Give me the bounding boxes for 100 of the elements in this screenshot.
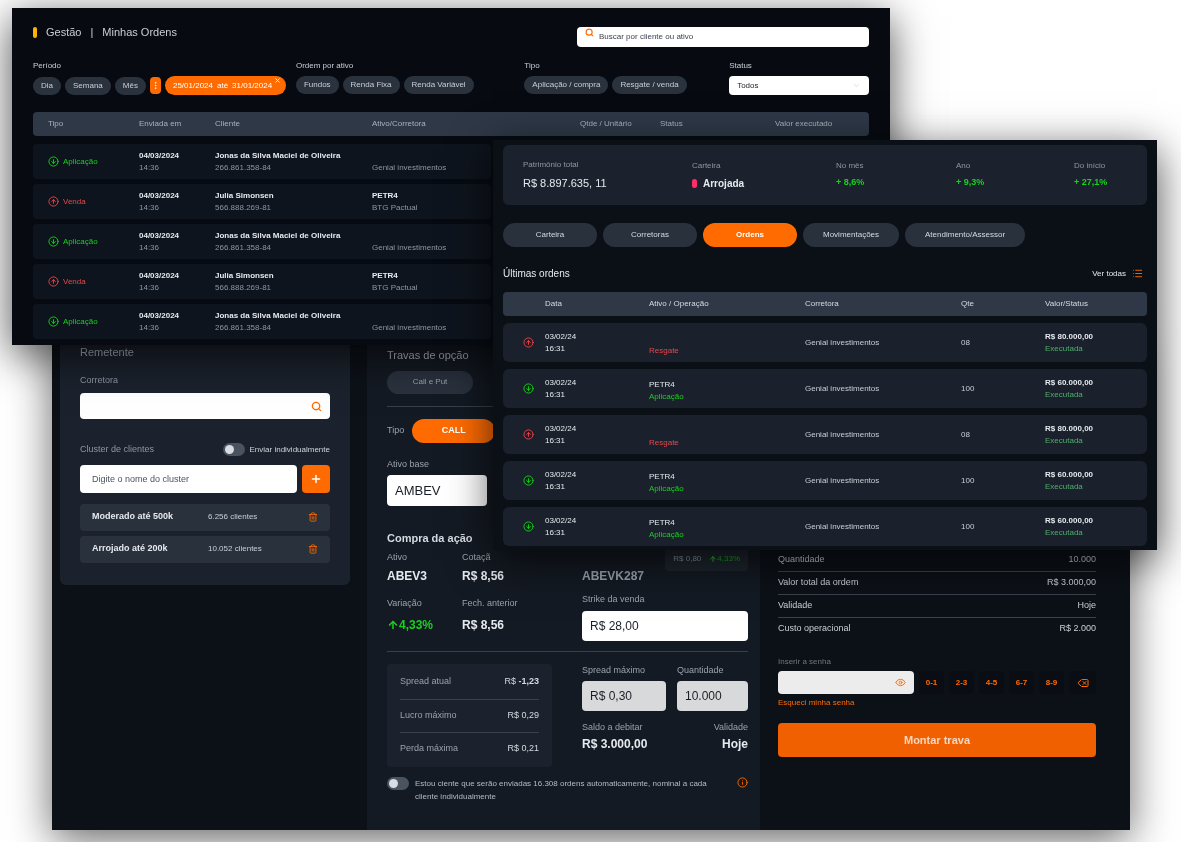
arrow-up-icon	[523, 429, 534, 440]
summary-value: Hoje	[1077, 599, 1096, 613]
tab[interactable]: Movimentações	[803, 223, 900, 247]
field-label: Cotaçã	[462, 550, 492, 564]
filter-chip[interactable]: Semana	[65, 76, 111, 95]
order-value: R$ 60.000,00	[1045, 468, 1094, 481]
client-document: 266.861.358-84	[215, 161, 272, 174]
tab[interactable]: Carteira	[503, 223, 597, 247]
stat-label: Carteira	[692, 159, 722, 172]
filter-chip[interactable]: Resgate / venda	[612, 76, 687, 94]
client-count: 10.052 clientes	[208, 543, 263, 555]
filter-chip[interactable]: Mês	[114, 76, 146, 95]
order-date: 04/03/2024	[139, 269, 180, 282]
order-date: 04/03/2024	[139, 149, 180, 162]
column-header: Qte	[961, 298, 974, 310]
field-label: Validade	[713, 721, 748, 734]
page-title: Minhas Ordens	[102, 24, 177, 40]
toggle-switch[interactable]	[387, 776, 409, 790]
base-asset-field[interactable]: AMBEV	[387, 475, 487, 506]
order-date: 03/02/24	[545, 422, 577, 435]
search-icon	[585, 27, 594, 37]
filter-label: Período	[33, 60, 62, 72]
arrow-up-icon	[387, 618, 399, 631]
order-row[interactable]: 03/02/24 16:31 PETR4 Aplicação Genial investimentos 100 R$ 60.000,00 Executada	[503, 461, 1147, 500]
order-type: Venda	[63, 275, 86, 288]
order-status: Executada	[1045, 342, 1083, 355]
max-spread-field[interactable]: R$ 0,30	[582, 681, 666, 711]
broker-name: Genial investimentos	[372, 322, 447, 334]
order-value: R$ 60.000,00	[1045, 376, 1094, 389]
order-row[interactable]: Venda 04/03/2024 14:36 Julia Simonsen 566.888.269-81 PETR4 BTG Pactual	[33, 264, 491, 299]
keypad-key[interactable]: 6-7	[1009, 671, 1034, 694]
toggle-switch[interactable]	[222, 443, 245, 457]
filter-chip[interactable]: Aplicação / compra	[524, 76, 609, 94]
filter-chip[interactable]: Fundos	[295, 76, 339, 94]
order-row[interactable]: 03/02/24 16:31 Resgate Genial investimentos 08 R$ 80.000,00 Executada	[503, 323, 1147, 362]
tab[interactable]: Corretoras	[603, 223, 697, 247]
strike-field[interactable]: R$ 28,00	[582, 610, 748, 641]
column-header: Cliente	[215, 118, 240, 130]
filter-chip[interactable]: Dia	[33, 76, 61, 95]
add-button[interactable]	[302, 464, 330, 493]
field-label: Saldo a debitar	[582, 721, 644, 734]
order-row[interactable]: Aplicação 04/03/2024 14:36 Jonas da Silva Maciel de Oliveira 266.861.358-84 Genial investimentos	[33, 304, 491, 339]
stat-value: + 27,1%	[1074, 176, 1108, 190]
cluster-name-field[interactable]: Digite o nome do cluster	[80, 464, 297, 493]
tab[interactable]: Atendimento/Assessor	[905, 223, 1026, 247]
trash-icon[interactable]	[308, 544, 318, 554]
stat-value: + 8,6%	[836, 176, 865, 190]
forgot-password-link[interactable]: Esqueci minha senha	[778, 697, 855, 709]
password-field[interactable]	[778, 671, 914, 694]
order-row[interactable]: Venda 04/03/2024 14:36 Julia Simonsen 566.888.269-81 PETR4 BTG Pactual	[33, 184, 491, 219]
stat-label: Do início	[1074, 160, 1107, 173]
close-icon[interactable]	[274, 77, 282, 84]
order-row[interactable]: 03/02/24 16:31 Resgate Genial investimentos 08 R$ 80.000,00 Executada	[503, 415, 1147, 454]
order-status: Executada	[1045, 526, 1083, 539]
client-name: Jonas da Silva Maciel de Oliveira	[215, 309, 341, 322]
quantity: 100	[961, 382, 975, 395]
client-name: Jonas da Silva Maciel de Oliveira	[215, 149, 341, 162]
order-time: 14:36	[139, 241, 160, 254]
cluster-item[interactable]: Arrojado até 200k 10.052 clientes	[80, 535, 330, 563]
breadcrumb-separator: |	[90, 24, 94, 40]
broker-name: Genial investimentos	[372, 162, 447, 174]
order-time: 14:36	[139, 201, 160, 214]
order-row[interactable]: Aplicação 04/03/2024 14:36 Jonas da Silva Maciel de Oliveira 266.861.358-84 Genial investimentos	[33, 144, 491, 179]
see-all-link[interactable]: Ver todas	[1092, 267, 1143, 280]
keypad-key[interactable]: 2-3	[949, 671, 974, 694]
broker-search-field[interactable]	[80, 393, 330, 419]
accent-bar	[33, 26, 37, 38]
status-select[interactable]: Todos	[729, 76, 869, 95]
order-date: 04/03/2024	[139, 189, 180, 202]
arrow-up-icon	[523, 337, 534, 348]
filter-chip[interactable]: Renda Fixa	[342, 76, 400, 94]
filter-chip[interactable]: Renda Variável	[403, 76, 474, 94]
broker-name: BTG Pactual	[372, 282, 418, 294]
info-icon[interactable]	[737, 776, 748, 788]
asset-code: PETR4	[372, 270, 398, 282]
search-field[interactable]: Buscar por cliente ou ativo	[577, 26, 869, 47]
backspace-key[interactable]	[1069, 671, 1096, 694]
order-row[interactable]: Aplicação 04/03/2024 14:36 Jonas da Silva Maciel de Oliveira 266.861.358-84 Genial investimentos	[33, 224, 491, 259]
order-row[interactable]: 03/02/24 16:31 PETR4 Aplicação Genial investimentos 100 R$ 60.000,00 Executada	[503, 369, 1147, 408]
quantity: 08	[961, 428, 970, 441]
breadcrumb-section: Gestão	[46, 23, 82, 41]
quantity-field[interactable]: 10.000	[677, 681, 748, 711]
order-time: 16:31	[545, 342, 566, 355]
field-label: Fech. anterior	[462, 597, 519, 610]
keypad-key[interactable]: 8-9	[1039, 671, 1064, 694]
arrow-down-icon	[48, 236, 59, 247]
keypad-key[interactable]: 0-1	[919, 671, 944, 694]
order-row[interactable]: 03/02/24 16:31 PETR4 Aplicação Genial investimentos 100 R$ 60.000,00 Executada	[503, 507, 1147, 546]
column-header: Ativo / Operação	[649, 298, 709, 310]
field-label: Spread máximo	[582, 663, 647, 677]
section-title: Compra da ação	[387, 531, 473, 546]
trash-icon[interactable]	[308, 512, 318, 522]
client-document: 566.888.269-81	[215, 281, 272, 294]
more-button[interactable]	[149, 77, 161, 94]
order-value: R$ 80.000,00	[1045, 330, 1094, 343]
client-name: Julia Simonsen	[215, 189, 274, 202]
keypad-key[interactable]: 4-5	[979, 671, 1004, 694]
spread-value: R$ 0,29	[507, 708, 539, 722]
cluster-item[interactable]: Moderado até 500k 6.256 clientes	[80, 503, 330, 531]
lock-type-button[interactable]: Call e Put	[387, 370, 473, 394]
